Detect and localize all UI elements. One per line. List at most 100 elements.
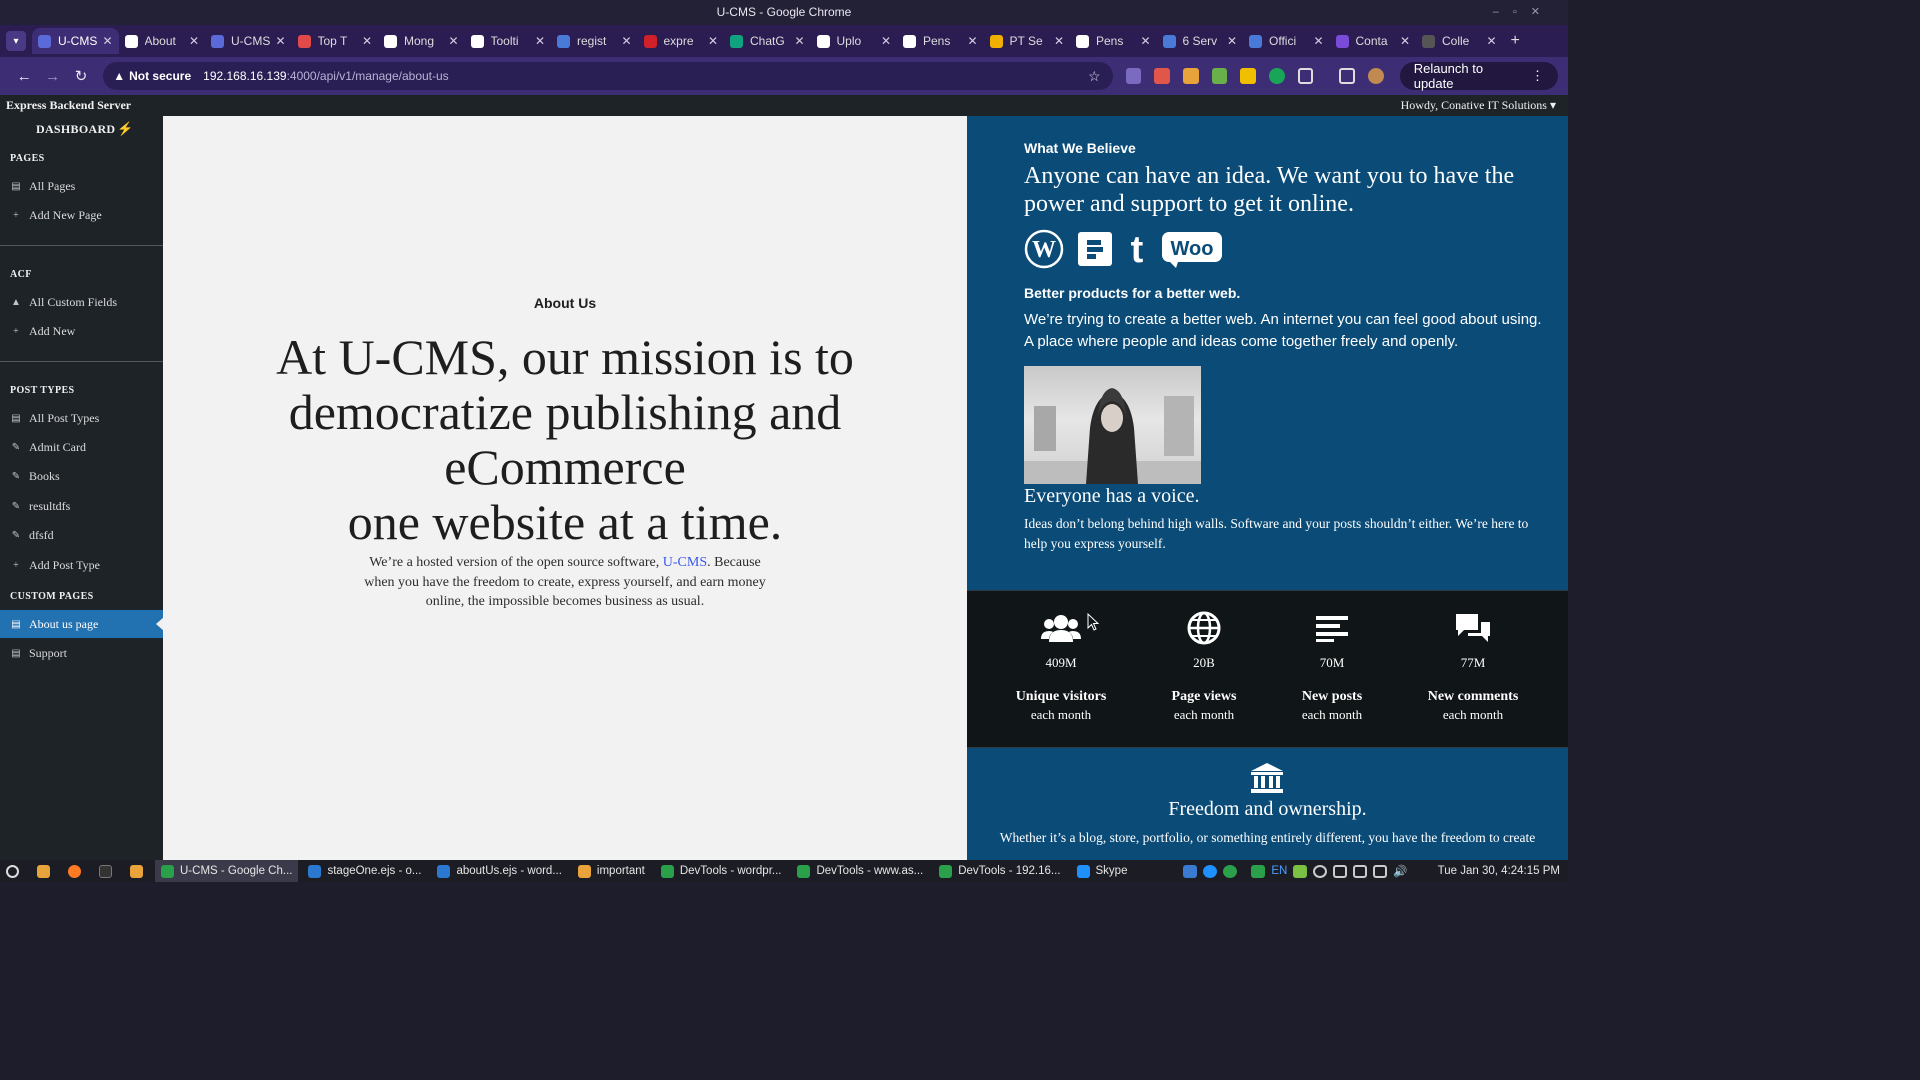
- tab-close-icon[interactable]: ✕: [275, 34, 285, 48]
- sidebar-item-admit-card[interactable]: ✎ Admit Card: [0, 433, 163, 461]
- tab-close-icon[interactable]: ✕: [189, 34, 199, 48]
- stat-title: Unique visitors: [1015, 689, 1107, 704]
- firefox-icon[interactable]: [62, 860, 93, 882]
- sidebar-item-all-post-types[interactable]: ▤ All Post Types: [0, 404, 163, 432]
- u-cms-link[interactable]: U-CMS: [663, 555, 707, 570]
- tab-close-icon[interactable]: ✕: [1054, 34, 1064, 48]
- dashboard-link[interactable]: DASHBOARD: [36, 122, 115, 137]
- tab-search-button[interactable]: ▾: [6, 31, 26, 51]
- check-tray-icon[interactable]: [1251, 864, 1266, 878]
- extensions-puzzle-icon[interactable]: [1297, 68, 1314, 84]
- admin-brand[interactable]: Express Backend Server: [6, 98, 131, 113]
- browser-tab[interactable]: Pens ✕: [897, 28, 984, 54]
- language-indicator[interactable]: EN: [1271, 865, 1287, 877]
- shield-tray-icon[interactable]: [1353, 864, 1368, 878]
- relaunch-button[interactable]: Relaunch to update ⋮: [1399, 61, 1558, 91]
- taskbar-item[interactable]: U-CMS - Google Ch...: [155, 860, 299, 882]
- terminal-icon[interactable]: [93, 860, 124, 882]
- sidebar-item-all-custom-fields[interactable]: ▲ All Custom Fields: [0, 288, 163, 316]
- sidebar-divider: [0, 361, 163, 362]
- browser-tab[interactable]: 6 Serv ✕: [1157, 28, 1244, 54]
- tab-close-icon[interactable]: ✕: [621, 34, 631, 48]
- tray-icon[interactable]: [1183, 864, 1198, 878]
- browser-tab[interactable]: U-CMS ✕: [32, 28, 119, 54]
- extension-icon[interactable]: [1125, 68, 1142, 84]
- reload-button[interactable]: ↻: [67, 67, 95, 85]
- tab-close-icon[interactable]: ✕: [881, 34, 891, 48]
- clipboard-tray-icon[interactable]: [1333, 864, 1348, 878]
- taskbar-item[interactable]: aboutUs.ejs - word...: [431, 860, 567, 882]
- sidebar-item-label: Add Post Type: [29, 557, 100, 572]
- beliefs-eyebrow: What We Believe: [1024, 140, 1136, 156]
- browser-tab[interactable]: Pens ✕: [1070, 28, 1157, 54]
- side-panel-icon[interactable]: [1339, 68, 1356, 84]
- taskbar-item[interactable]: Skype: [1071, 860, 1134, 882]
- extension-icon[interactable]: [1182, 68, 1199, 84]
- grammarly-icon[interactable]: [1268, 68, 1285, 84]
- tab-close-icon[interactable]: ✕: [1227, 34, 1237, 48]
- browser-tab[interactable]: Top T ✕: [292, 28, 379, 54]
- browser-tab[interactable]: Uplo ✕: [811, 28, 898, 54]
- taskbar-item[interactable]: DevTools - 192.16...: [933, 860, 1066, 882]
- skype-tray-icon[interactable]: [1203, 864, 1218, 878]
- sidebar-item-add-new[interactable]: + Add New: [0, 317, 163, 345]
- tab-close-icon[interactable]: ✕: [102, 34, 112, 48]
- files-icon[interactable]: [31, 860, 62, 882]
- taskbar-item[interactable]: DevTools - www.as...: [791, 860, 929, 882]
- chrome-tray-icon[interactable]: [1223, 864, 1238, 878]
- address-bar[interactable]: ▲ Not secure 192.168.16.139:4000/api/v1/m…: [103, 62, 1113, 90]
- taskbar-item[interactable]: stageOne.ejs - o...: [302, 860, 427, 882]
- sidebar-item-add-post-type[interactable]: + Add Post Type: [0, 551, 163, 579]
- browser-tab[interactable]: Toolti ✕: [465, 28, 552, 54]
- taskbar-item[interactable]: DevTools - wordpr...: [655, 860, 788, 882]
- taskbar-item[interactable]: important: [572, 860, 651, 882]
- back-button[interactable]: ←: [10, 68, 38, 85]
- start-menu-icon[interactable]: [0, 860, 31, 882]
- extension-icon[interactable]: [1154, 68, 1170, 84]
- tab-close-icon[interactable]: ✕: [448, 34, 458, 48]
- sidebar-item-all-pages[interactable]: ▤ All Pages: [0, 172, 163, 200]
- sidebar-item-resultdfs[interactable]: ✎ resultdfs: [0, 492, 163, 520]
- bookmark-star-icon[interactable]: ☆: [1088, 68, 1101, 85]
- sidebar-item-books[interactable]: ✎ Books: [0, 462, 163, 490]
- browser-tab[interactable]: Offici ✕: [1243, 28, 1330, 54]
- sidebar-item-add-new-page[interactable]: + Add New Page: [0, 201, 163, 229]
- sidebar-item-about-us-page[interactable]: ▤ About us page: [0, 610, 164, 638]
- tab-close-icon[interactable]: ✕: [967, 34, 977, 48]
- user-menu[interactable]: Howdy, Conative IT Solutions ▾: [1401, 98, 1556, 113]
- tab-label: Colle: [1442, 34, 1470, 48]
- browser-tab[interactable]: ChatG ✕: [724, 28, 811, 54]
- browser-tab[interactable]: Colle ✕: [1416, 28, 1503, 54]
- battery-tray-icon[interactable]: [1373, 864, 1388, 878]
- browser-tab[interactable]: About ✕: [119, 28, 206, 54]
- tray-icon[interactable]: [1313, 864, 1328, 878]
- sidebar-item-dfsfd[interactable]: ✎ dfsfd: [0, 521, 163, 549]
- tab-close-icon[interactable]: ✕: [1140, 34, 1150, 48]
- tab-close-icon[interactable]: ✕: [535, 34, 545, 48]
- sidebar-item-label: resultdfs: [29, 498, 71, 513]
- browser-tab[interactable]: PT Se ✕: [984, 28, 1071, 54]
- browser-tab[interactable]: regist ✕: [551, 28, 638, 54]
- volume-icon[interactable]: 🔊: [1393, 864, 1407, 878]
- security-indicator[interactable]: ▲ Not secure: [113, 69, 191, 83]
- browser-tab[interactable]: U-CMS ✕: [205, 28, 292, 54]
- browser-tab[interactable]: expre ✕: [638, 28, 725, 54]
- window-controls[interactable]: –▫✕: [1493, 0, 1554, 25]
- profile-avatar[interactable]: [1368, 68, 1384, 84]
- extension-icon[interactable]: [1211, 68, 1228, 84]
- tab-close-icon[interactable]: ✕: [1400, 34, 1410, 48]
- tab-close-icon[interactable]: ✕: [794, 34, 804, 48]
- browser-tab[interactable]: Conta ✕: [1330, 28, 1417, 54]
- sidebar-item-support[interactable]: ▤ Support: [0, 639, 163, 667]
- tab-close-icon[interactable]: ✕: [362, 34, 372, 48]
- new-tab-button[interactable]: +: [1511, 32, 1520, 50]
- tab-close-icon[interactable]: ✕: [1486, 34, 1496, 48]
- forward-button[interactable]: →: [38, 68, 66, 85]
- browser-tab[interactable]: Mong ✕: [378, 28, 465, 54]
- tab-close-icon[interactable]: ✕: [1313, 34, 1323, 48]
- clock[interactable]: Tue Jan 30, 4:24:15 PM: [1438, 865, 1560, 877]
- extension-icon[interactable]: [1240, 68, 1256, 84]
- tab-close-icon[interactable]: ✕: [708, 34, 718, 48]
- tray-icon[interactable]: [1293, 864, 1308, 878]
- folder-icon[interactable]: [124, 860, 155, 882]
